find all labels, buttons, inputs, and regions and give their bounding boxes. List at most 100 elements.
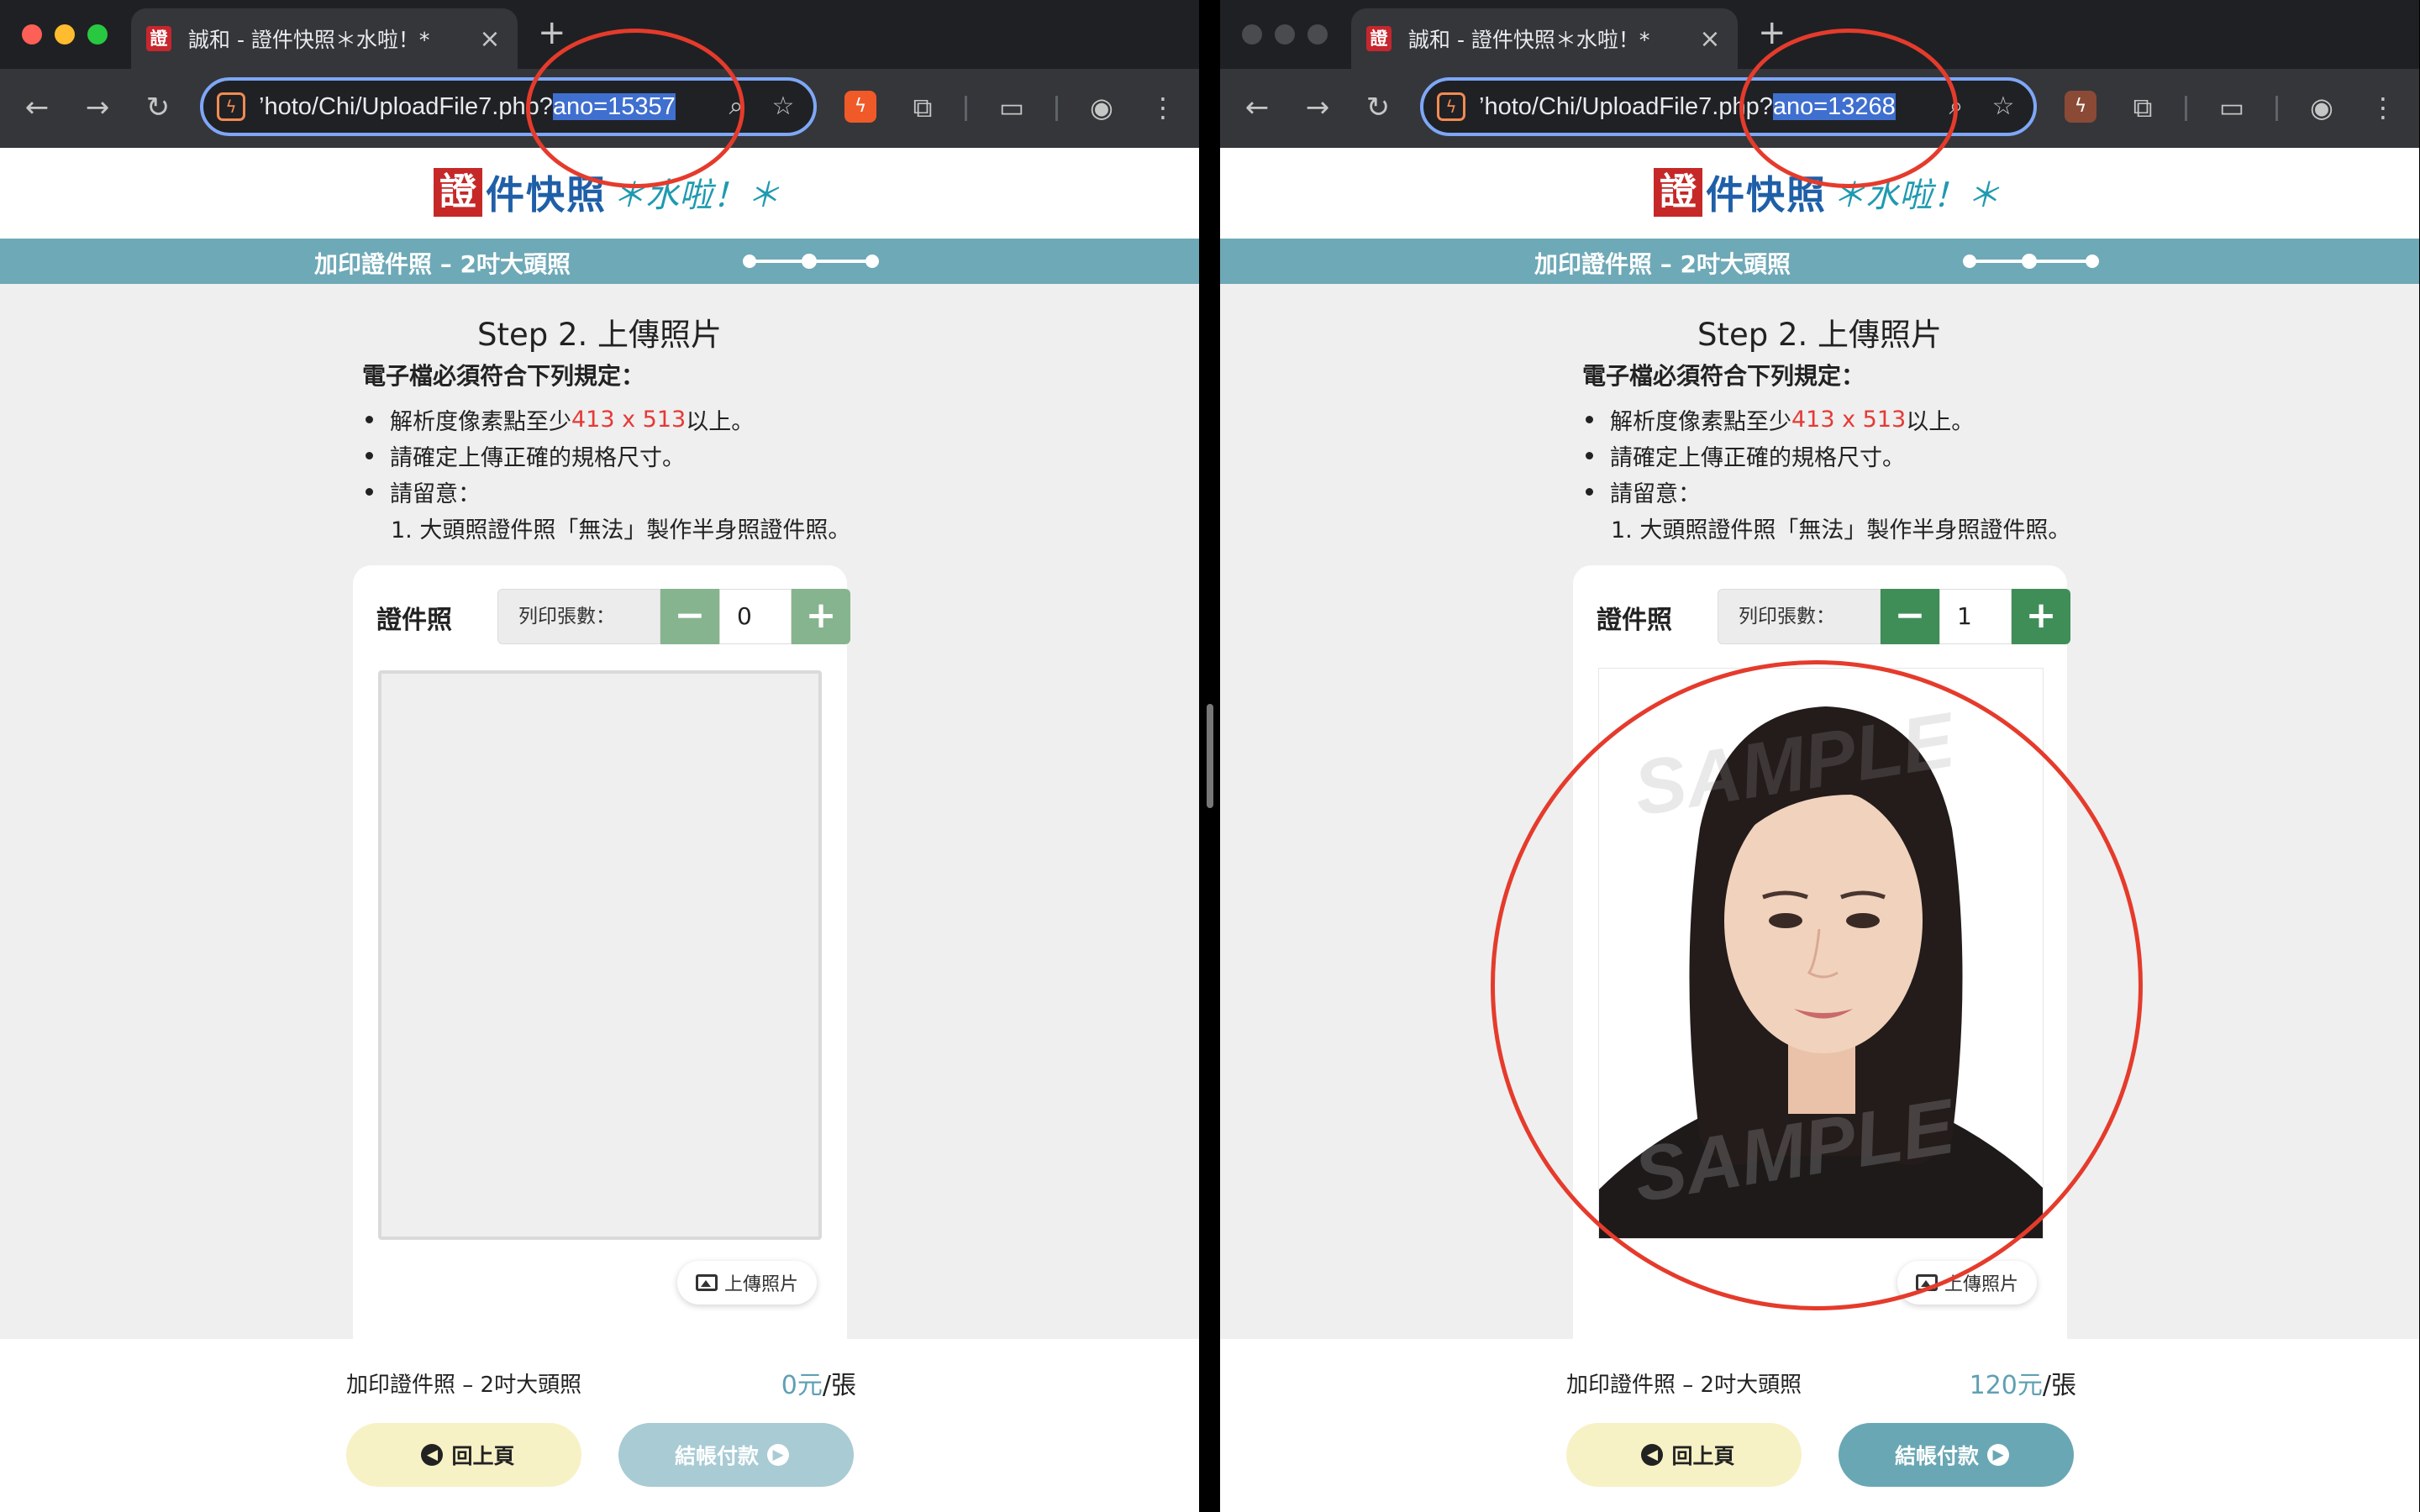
requirements-list: 電子檔必須符合下列規定： 解析度像素點至少 413 x 513 以上。 請確定上…	[362, 358, 850, 546]
price-value: 120元	[1969, 1371, 2043, 1400]
checkout-label: 結帳付款	[1894, 1444, 1979, 1468]
back-button[interactable]: ◀ 回上頁	[346, 1423, 581, 1487]
bullet	[366, 416, 373, 423]
back-arrow-icon[interactable]: ←	[1235, 86, 1279, 129]
back-button[interactable]: ◀ 回上頁	[1566, 1423, 1802, 1487]
quantity-input[interactable]: 1	[1939, 589, 2012, 644]
arrow-right-circle-icon: ▶	[1987, 1444, 2009, 1466]
requirement-note: 請留意：	[1582, 474, 2070, 510]
photo-slot[interactable]	[378, 670, 822, 1240]
requirements-heading: 電子檔必須符合下列規定：	[1582, 362, 1865, 390]
requirement-size: 請確定上傳正確的規格尺寸。	[1582, 438, 2070, 474]
address-bar[interactable]: ϟ ’hoto/Chi/UploadFile7.php?ano=15357 ⌕ …	[200, 77, 817, 136]
minimize-window-button[interactable]	[55, 24, 75, 45]
logo-slogan: ＊水啦！＊	[612, 176, 780, 215]
browser-tab[interactable]: 證 誠和 - 證件快照＊水啦！* ×	[131, 8, 518, 69]
logo-mark: 證	[434, 168, 482, 217]
zoom-icon[interactable]: ⌕	[1939, 90, 1973, 123]
checkout-label: 結帳付款	[674, 1444, 759, 1468]
requirement-resolution: 解析度像素點至少 413 x 513 以上。	[362, 402, 850, 438]
tab-strip: 證 誠和 - 證件快照＊水啦！* × +	[0, 0, 1199, 69]
forward-arrow-icon[interactable]: →	[1296, 86, 1339, 129]
extension-bolt-icon[interactable]: ϟ	[2065, 91, 2096, 123]
step-dot-1	[1963, 255, 1976, 268]
media-search-icon[interactable]: ▭	[992, 87, 1032, 128]
decrease-quantity-button[interactable]: −	[1881, 589, 1939, 644]
site-header: 證 件快照 ＊水啦！＊	[1220, 148, 2419, 239]
step-dot-1	[743, 255, 756, 268]
site-info-icon[interactable]: ϟ	[1437, 92, 1465, 121]
close-window-button[interactable]	[1242, 24, 1262, 45]
close-tab-icon[interactable]: ×	[1697, 24, 1723, 54]
checkout-footer: 加印證件照 – 2吋大頭照 120元/張 ◀ 回上頁 結帳付款 ▶	[1220, 1339, 2419, 1512]
requirement-note-item: 1. 大頭照證件照「無法」製作半身照證件照。	[391, 517, 851, 543]
kebab-menu-icon[interactable]: ⋮	[2363, 87, 2403, 128]
banner-title: 加印證件照 – 2吋大頭照	[1534, 250, 1791, 278]
extension-bolt-icon[interactable]: ϟ	[844, 91, 876, 123]
req-text: 請留意：	[1610, 481, 1701, 507]
image-icon	[695, 1274, 718, 1291]
req-text: 以上。	[686, 409, 755, 435]
logo-text: 件快照	[486, 172, 607, 218]
checkout-button[interactable]: 結帳付款 ▶	[618, 1423, 854, 1487]
increase-quantity-button[interactable]: +	[2012, 589, 2070, 644]
forward-arrow-icon[interactable]: →	[76, 86, 119, 129]
maximize-window-button[interactable]	[1307, 24, 1328, 45]
puzzle-icon[interactable]: ⧉	[2123, 87, 2163, 128]
star-icon[interactable]: ☆	[1986, 90, 2020, 123]
uploaded-photo[interactable]: SAMPLE SAMPLE	[1598, 668, 2044, 1239]
checkout-button[interactable]: 結帳付款 ▶	[1839, 1423, 2074, 1487]
split-resize-handle[interactable]	[1207, 704, 1213, 808]
media-search-icon[interactable]: ▭	[2212, 87, 2252, 128]
profile-icon[interactable]: ◉	[1081, 87, 1122, 128]
browser-tab[interactable]: 證 誠和 - 證件快照＊水啦！* ×	[1351, 8, 1738, 69]
new-tab-button[interactable]: +	[538, 13, 566, 52]
upload-photo-button[interactable]: 上傳照片	[677, 1261, 817, 1305]
quantity-input[interactable]: 0	[719, 589, 792, 644]
browser-window-left: 證 誠和 - 證件快照＊水啦！* × + ← → ↻ ϟ ’hoto/Chi/U…	[0, 0, 1199, 1512]
decrease-quantity-button[interactable]: −	[660, 589, 719, 644]
site-logo[interactable]: 證 件快照 ＊水啦！＊	[434, 166, 780, 218]
reload-icon[interactable]: ↻	[136, 86, 180, 129]
minimize-window-button[interactable]	[1275, 24, 1295, 45]
back-arrow-icon[interactable]: ←	[15, 86, 59, 129]
req-text: 請確定上傳正確的規格尺寸。	[1610, 445, 1905, 471]
url-text[interactable]: ’hoto/Chi/UploadFile7.php?ano=13268	[1479, 92, 1926, 121]
close-tab-icon[interactable]: ×	[477, 24, 502, 54]
upload-photo-button[interactable]: 上傳照片	[1897, 1261, 2037, 1305]
product-banner: 加印證件照 – 2吋大頭照	[1220, 239, 2419, 284]
price-unit: /張	[822, 1371, 856, 1400]
arrow-left-circle-icon: ◀	[421, 1444, 444, 1466]
reload-icon[interactable]: ↻	[1356, 86, 1400, 129]
maximize-window-button[interactable]	[87, 24, 108, 45]
tab-title: 誠和 - 證件快照＊水啦！*	[188, 28, 430, 52]
url-prefix: ’hoto/Chi/UploadFile7.php?	[259, 92, 553, 120]
star-icon[interactable]: ☆	[766, 90, 800, 123]
window-controls	[1242, 24, 1328, 45]
increase-quantity-button[interactable]: +	[792, 589, 850, 644]
puzzle-icon[interactable]: ⧉	[902, 87, 943, 128]
url-text[interactable]: ’hoto/Chi/UploadFile7.php?ano=15357	[259, 92, 706, 121]
footer-product-name: 加印證件照 – 2吋大頭照	[346, 1373, 582, 1398]
bullet	[366, 488, 373, 496]
site-logo[interactable]: 證 件快照 ＊水啦！＊	[1654, 166, 2000, 218]
req-text: 解析度像素點至少	[390, 409, 571, 435]
site-info-icon[interactable]: ϟ	[217, 92, 245, 121]
zoom-icon[interactable]: ⌕	[719, 90, 753, 123]
quantity-stepper: 列印張數： − 0 +	[497, 589, 850, 644]
address-bar[interactable]: ϟ ’hoto/Chi/UploadFile7.php?ano=13268 ⌕ …	[1420, 77, 2037, 136]
kebab-menu-icon[interactable]: ⋮	[1143, 87, 1183, 128]
url-query-selected: ano=13268	[1772, 92, 1896, 120]
step-dot-3	[865, 255, 879, 268]
url-prefix: ’hoto/Chi/UploadFile7.php?	[1479, 92, 1773, 120]
close-window-button[interactable]	[22, 24, 42, 45]
arrow-left-circle-icon: ◀	[1641, 1444, 1664, 1466]
profile-icon[interactable]: ◉	[2302, 87, 2342, 128]
card-title: 證件照	[376, 606, 452, 635]
site-favicon-icon: 證	[146, 26, 171, 51]
req-text: 請留意：	[390, 481, 481, 507]
new-tab-button[interactable]: +	[1758, 13, 1786, 52]
resolution-highlight: 413 x 513	[1791, 407, 1907, 433]
product-banner: 加印證件照 – 2吋大頭照	[0, 239, 1199, 284]
requirement-resolution: 解析度像素點至少 413 x 513 以上。	[1582, 402, 2070, 438]
